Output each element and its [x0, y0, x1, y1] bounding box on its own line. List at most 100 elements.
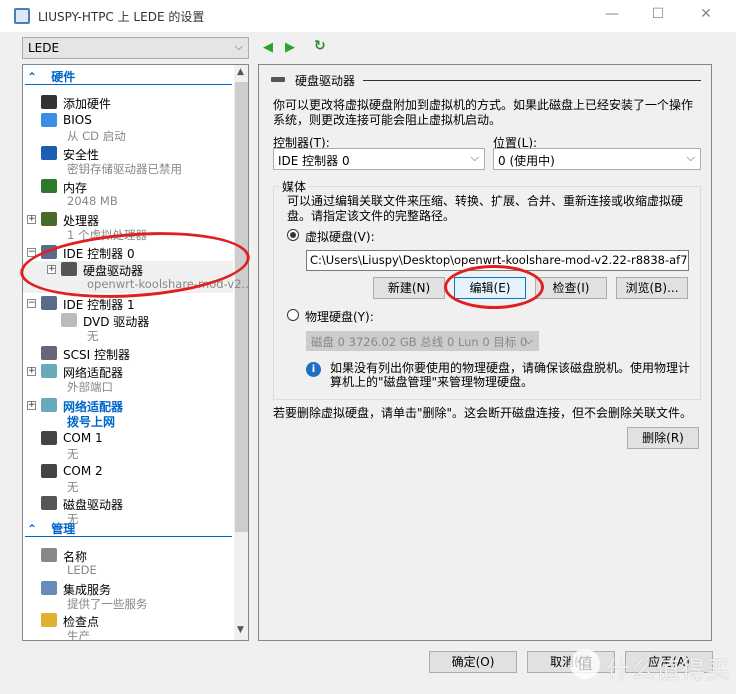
tree-item-label: 添加硬件	[63, 97, 112, 111]
collapse-icon[interactable]: −	[27, 299, 36, 308]
tree-item-label: COM 1	[63, 431, 103, 445]
minimize-button[interactable]: —	[602, 6, 622, 26]
chevron-down-icon: ⌵	[686, 151, 695, 164]
tree-item-label: BIOS	[63, 113, 92, 127]
section-label: 硬件	[51, 70, 76, 84]
tree-item[interactable]: COM 1 无	[23, 430, 233, 462]
tree-item[interactable]: + 网络适配器 外部端口	[23, 363, 233, 395]
browse-button[interactable]: 浏览(B)...	[616, 277, 688, 299]
controller-select[interactable]: IDE 控制器 0 ⌵	[273, 148, 485, 170]
hard-drive-panel: 硬盘驱动器 你可以更改将虚拟硬盘附加到虚拟机的方式。如果此磁盘上已经安装了一个操…	[258, 64, 712, 641]
physical-disk-select[interactable]: 磁盘 0 3726.02 GB 总线 0 Lun 0 目标 0 ⌵	[306, 331, 539, 351]
dvd-icon	[61, 313, 77, 327]
section-hardware[interactable]: ⌃ 硬件	[25, 68, 232, 85]
close-button[interactable]: ✕	[696, 6, 716, 26]
remove-button[interactable]: 删除(R)	[627, 427, 699, 449]
tree-item[interactable]: + 网络适配器 拨号上网	[23, 397, 233, 429]
tree-item-sublabel: 外部端口	[67, 380, 113, 394]
title-divider	[363, 80, 701, 81]
panel-description: 你可以更改将虚拟硬盘附加到虚拟机的方式。如果此磁盘上已经安装了一个操作系统，则更…	[273, 98, 694, 127]
tree-item-label: SCSI 控制器	[63, 348, 130, 362]
info-text: 如果没有列出你要使用的物理硬盘，请确保该磁盘脱机。使用物理计算机上的"磁盘管理"…	[330, 361, 691, 389]
tree-item-sublabel: 无	[67, 447, 79, 461]
watermark-text: 什么值得买	[606, 656, 731, 684]
com-port-icon	[41, 464, 57, 478]
media-label: 媒体	[279, 178, 310, 195]
maximize-button[interactable]: ☐	[648, 6, 668, 26]
integration-services-icon	[41, 581, 57, 595]
tree-item-sublabel: 生产	[67, 629, 90, 641]
tree-item[interactable]: − IDE 控制器 1	[23, 295, 233, 312]
bios-icon	[41, 113, 57, 127]
settings-tree: ▲ ▼ ⌃ 硬件 ⌃ 管理 添加硬件 BIOS 从 CD 启动 安全性 密钥存储驱动器已…	[22, 64, 249, 641]
memory-icon	[41, 179, 57, 193]
remove-description: 若要删除虚拟硬盘，请单击"删除"。这会断开磁盘连接，但不会删除关联文件。	[273, 406, 693, 420]
tree-item[interactable]: SCSI 控制器	[23, 345, 233, 362]
tree-item-label: IDE 控制器 1	[63, 298, 135, 312]
tree-item[interactable]: 安全性 密钥存储驱动器已禁用	[23, 145, 233, 177]
hard-drive-icon	[271, 77, 285, 82]
new-button[interactable]: 新建(N)	[373, 277, 445, 299]
collapse-icon: ⌃	[27, 70, 38, 84]
processor-icon	[41, 212, 57, 226]
tree-item-sublabel: 无	[67, 512, 79, 526]
tree-item[interactable]: BIOS 从 CD 启动	[23, 112, 233, 144]
vhd-label: 虚拟硬盘(V):	[305, 230, 375, 244]
tree-item[interactable]: 添加硬件	[23, 94, 233, 111]
forward-arrow-icon[interactable]: ▶	[285, 40, 295, 55]
name-icon	[41, 548, 57, 562]
annotation-circle-edit	[444, 265, 544, 309]
location-value: 0 (使用中)	[498, 154, 555, 168]
scroll-down-icon[interactable]: ▼	[237, 625, 244, 635]
expand-icon[interactable]: +	[27, 401, 36, 410]
watermark-logo: 值	[570, 649, 600, 679]
physical-disk-value: 磁盘 0 3726.02 GB 总线 0 Lun 0 目标 0	[311, 335, 528, 349]
com-port-icon	[41, 431, 57, 445]
window-title: LIUSPY-HTPC 上 LEDE 的设置	[38, 10, 205, 24]
inspect-button[interactable]: 检查(I)	[535, 277, 607, 299]
expand-icon[interactable]: +	[27, 215, 36, 224]
refresh-icon[interactable]: ↻	[314, 38, 326, 54]
tree-item-label: COM 2	[63, 464, 103, 478]
physical-disk-radio[interactable]	[287, 309, 299, 321]
physical-disk-label: 物理硬盘(Y):	[305, 310, 374, 324]
scsi-icon	[41, 346, 57, 360]
tree-item[interactable]: 集成服务 提供了一些服务	[23, 580, 233, 612]
network-adapter-icon	[41, 364, 57, 378]
media-description: 可以通过编辑关联文件来压缩、转换、扩展、合并、重新连接或收缩虚拟硬盘。请指定该文…	[287, 194, 684, 223]
location-select[interactable]: 0 (使用中) ⌵	[493, 148, 701, 170]
checkpoint-icon	[41, 613, 57, 627]
vm-select-value: LEDE	[28, 41, 60, 55]
tree-item[interactable]: DVD 驱动器无	[23, 312, 233, 344]
app-icon	[14, 8, 30, 24]
ok-button[interactable]: 确定(O)	[429, 651, 517, 673]
tree-item-sublabel: 无	[67, 480, 79, 494]
tree-item[interactable]: COM 2 无	[23, 463, 233, 495]
tree-item-sublabel: LEDE	[67, 563, 97, 577]
shield-icon	[41, 146, 57, 160]
tree-item[interactable]: 内存 2048 MB	[23, 178, 233, 210]
scroll-up-icon[interactable]: ▲	[237, 67, 244, 77]
chevron-down-icon: ⌵	[470, 151, 479, 164]
ide-controller-icon	[41, 296, 57, 310]
tree-item-sublabel: 密钥存储驱动器已禁用	[67, 162, 182, 176]
tree-item[interactable]: 名称 LEDE	[23, 547, 233, 579]
add-hardware-icon	[41, 95, 57, 109]
tree-item[interactable]: 检查点 生产	[23, 612, 233, 641]
tree-item[interactable]: 磁盘驱动器无	[23, 495, 233, 527]
network-adapter-icon	[41, 398, 57, 412]
title-bar: LIUSPY-HTPC 上 LEDE 的设置 — ☐ ✕	[0, 0, 736, 32]
tree-item-sublabel: 2048 MB	[67, 194, 118, 208]
panel-title: 硬盘驱动器	[295, 74, 356, 88]
scrollbar-thumb[interactable]	[235, 82, 248, 532]
tree-item-sublabel: 提供了一些服务	[67, 597, 148, 611]
tree-item-sublabel: 拨号上网	[67, 415, 116, 429]
vhd-radio[interactable]	[287, 229, 299, 241]
back-arrow-icon[interactable]: ◀	[263, 40, 273, 55]
expand-icon[interactable]: +	[27, 367, 36, 376]
tree-item-sublabel: 无	[87, 329, 99, 343]
chevron-down-icon: ⌵	[524, 334, 533, 347]
vm-select[interactable]: LEDE ⌵	[22, 37, 249, 59]
controller-value: IDE 控制器 0	[278, 154, 350, 168]
floppy-icon	[41, 496, 57, 510]
